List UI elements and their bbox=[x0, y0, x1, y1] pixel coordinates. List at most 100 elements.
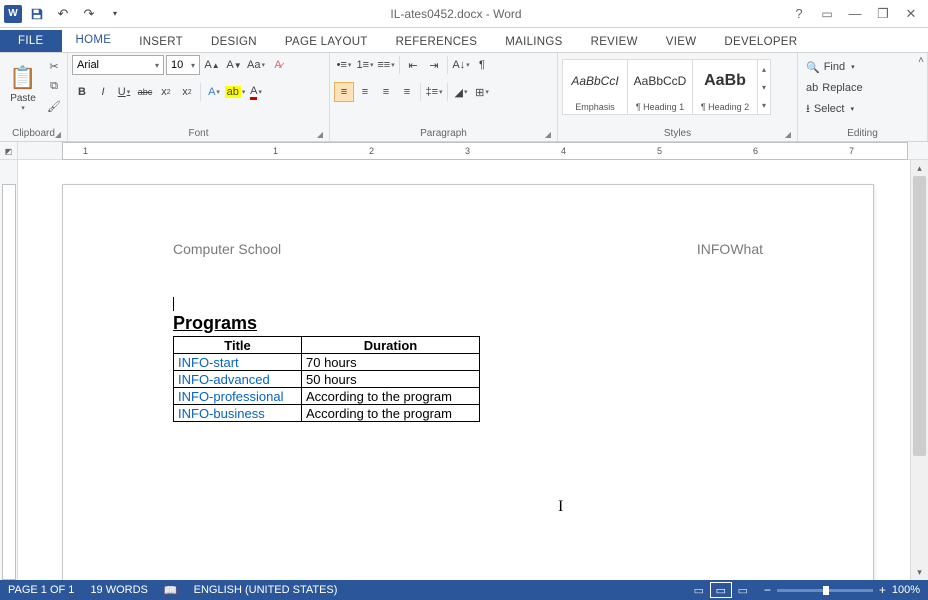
styles-more-button[interactable]: ▴▾▾ bbox=[757, 59, 771, 115]
change-case-button[interactable]: Aa bbox=[246, 55, 266, 75]
bold-button[interactable]: B bbox=[72, 82, 92, 102]
font-size-combo[interactable]: 10▾ bbox=[166, 55, 200, 75]
header-right: INFOWhat bbox=[697, 241, 763, 257]
strikethrough-button[interactable]: abc bbox=[135, 82, 155, 102]
show-marks-button[interactable]: ¶ bbox=[472, 55, 492, 75]
style-heading-2[interactable]: AaBb ¶ Heading 2 bbox=[692, 59, 758, 115]
highlight-button[interactable]: ab bbox=[225, 82, 245, 102]
style-emphasis[interactable]: AaBbCcI Emphasis bbox=[562, 59, 628, 115]
redo-button[interactable]: ↷ bbox=[78, 3, 100, 25]
numbering-button[interactable]: 1≡ bbox=[355, 55, 375, 75]
align-left-button[interactable]: ≡ bbox=[334, 82, 354, 102]
table-cell: According to the program bbox=[302, 405, 480, 422]
minimize-button[interactable]: — bbox=[842, 3, 868, 25]
tab-references[interactable]: REFERENCES bbox=[382, 32, 492, 52]
status-wordcount[interactable]: 19 WORDS bbox=[90, 584, 147, 596]
page-body[interactable]: Programs Title Duration INFO-start70 hou… bbox=[63, 257, 873, 422]
save-button[interactable] bbox=[26, 3, 48, 25]
multilevel-button[interactable]: ≡≡ bbox=[376, 55, 396, 75]
styles-launcher[interactable]: ◢ bbox=[785, 130, 791, 139]
align-right-button[interactable]: ≡ bbox=[376, 82, 396, 102]
tab-developer[interactable]: DEVELOPER bbox=[710, 32, 811, 52]
page: Computer School INFOWhat Programs Title … bbox=[62, 184, 874, 580]
shading-button[interactable]: ◢ bbox=[451, 82, 471, 102]
tab-review[interactable]: REVIEW bbox=[577, 32, 652, 52]
replace-button[interactable]: abReplace bbox=[802, 78, 867, 98]
select-button[interactable]: ⭳Select▾ bbox=[802, 99, 867, 119]
ribbon-tabs: FILE HOME INSERT DESIGN PAGE LAYOUT REFE… bbox=[0, 28, 928, 52]
format-painter-button[interactable]: 🖌 bbox=[45, 97, 63, 115]
font-name-combo[interactable]: Arial▾ bbox=[72, 55, 164, 75]
italic-button[interactable]: I bbox=[93, 82, 113, 102]
page-viewport[interactable]: Computer School INFOWhat Programs Title … bbox=[18, 160, 910, 580]
titlebar: W ↶ ↷ ▾ IL-ates0452.docx - Word ? ▭ — ❐ … bbox=[0, 0, 928, 28]
zoom-level[interactable]: 100% bbox=[892, 584, 920, 596]
cut-button[interactable]: ✂ bbox=[45, 57, 63, 75]
tab-mailings[interactable]: MAILINGS bbox=[491, 32, 576, 52]
close-button[interactable]: ✕ bbox=[898, 3, 924, 25]
view-print-button[interactable]: ▭ bbox=[710, 582, 732, 598]
style-heading-1[interactable]: AaBbCcD ¶ Heading 1 bbox=[627, 59, 693, 115]
decrease-indent-button[interactable]: ⇤ bbox=[403, 55, 423, 75]
text-effects-button[interactable]: A bbox=[204, 82, 224, 102]
view-read-button[interactable]: ▭ bbox=[688, 582, 710, 598]
scrollbar-vertical[interactable]: ▴ ▾ bbox=[910, 160, 928, 580]
font-color-button[interactable]: A bbox=[246, 82, 266, 102]
table-header: Title bbox=[174, 337, 302, 354]
style-name: ¶ Heading 1 bbox=[636, 102, 684, 114]
find-label: Find bbox=[824, 61, 845, 73]
find-button[interactable]: 🔍Find▾ bbox=[802, 57, 867, 77]
font-launcher[interactable]: ◢ bbox=[317, 130, 323, 139]
view-web-button[interactable]: ▭ bbox=[732, 582, 754, 598]
underline-button[interactable]: U bbox=[114, 82, 134, 102]
group-clipboard-label: Clipboard bbox=[12, 128, 55, 139]
qat-customize-button[interactable]: ▾ bbox=[104, 3, 126, 25]
tab-insert[interactable]: INSERT bbox=[125, 32, 197, 52]
ruler-horizontal[interactable]: ◩ 1 1 2 3 4 5 6 7 bbox=[0, 142, 928, 160]
collapse-ribbon-button[interactable]: ˄ bbox=[918, 55, 924, 66]
zoom-in-button[interactable]: + bbox=[879, 583, 886, 597]
justify-button[interactable]: ≡ bbox=[397, 82, 417, 102]
word-app-icon: W bbox=[4, 5, 22, 23]
clipboard-launcher[interactable]: ◢ bbox=[55, 130, 61, 139]
group-styles-label: Styles bbox=[664, 128, 691, 139]
restore-button[interactable]: ❐ bbox=[870, 3, 896, 25]
ruler-vertical[interactable] bbox=[0, 160, 18, 580]
superscript-button[interactable]: x2 bbox=[177, 82, 197, 102]
ruler-corner[interactable]: ◩ bbox=[0, 142, 18, 160]
grow-font-button[interactable]: A▲ bbox=[202, 55, 222, 75]
status-language[interactable]: ENGLISH (UNITED STATES) bbox=[194, 584, 338, 596]
align-center-button[interactable]: ≡ bbox=[355, 82, 375, 102]
paragraph-launcher[interactable]: ◢ bbox=[545, 130, 551, 139]
subscript-button[interactable]: x2 bbox=[156, 82, 176, 102]
increase-indent-button[interactable]: ⇥ bbox=[424, 55, 444, 75]
tab-view[interactable]: VIEW bbox=[652, 32, 711, 52]
undo-button[interactable]: ↶ bbox=[52, 3, 74, 25]
statusbar: PAGE 1 OF 1 19 WORDS 📖 ENGLISH (UNITED S… bbox=[0, 580, 928, 600]
zoom-out-button[interactable]: − bbox=[764, 583, 771, 597]
ribbon-options-button[interactable]: ▭ bbox=[814, 3, 840, 25]
zoom-slider[interactable] bbox=[777, 589, 873, 592]
sort-button[interactable]: A↓ bbox=[451, 55, 471, 75]
save-icon bbox=[30, 7, 44, 21]
borders-button[interactable]: ⊞ bbox=[472, 82, 492, 102]
help-button[interactable]: ? bbox=[786, 3, 812, 25]
shrink-font-button[interactable]: A▼ bbox=[224, 55, 244, 75]
scroll-thumb[interactable] bbox=[913, 176, 926, 456]
status-page[interactable]: PAGE 1 OF 1 bbox=[8, 584, 74, 596]
scroll-down-button[interactable]: ▾ bbox=[911, 564, 928, 580]
style-preview: AaBbCcI bbox=[571, 60, 618, 102]
bullets-button[interactable]: •≡ bbox=[334, 55, 354, 75]
tab-page-layout[interactable]: PAGE LAYOUT bbox=[271, 32, 382, 52]
tab-home[interactable]: HOME bbox=[62, 30, 126, 52]
tab-file[interactable]: FILE bbox=[0, 30, 62, 52]
clear-formatting-button[interactable]: A̷ bbox=[268, 55, 288, 75]
zoom-thumb[interactable] bbox=[823, 586, 829, 595]
scroll-up-button[interactable]: ▴ bbox=[911, 160, 928, 176]
paste-button[interactable]: 📋 Paste ▾ bbox=[4, 55, 42, 121]
status-proofing-icon[interactable]: 📖 bbox=[164, 584, 178, 597]
line-spacing-button[interactable]: ‡≡ bbox=[424, 82, 444, 102]
select-icon: ⭳ bbox=[806, 100, 810, 119]
tab-design[interactable]: DESIGN bbox=[197, 32, 271, 52]
copy-button[interactable]: ⧉ bbox=[45, 77, 63, 95]
